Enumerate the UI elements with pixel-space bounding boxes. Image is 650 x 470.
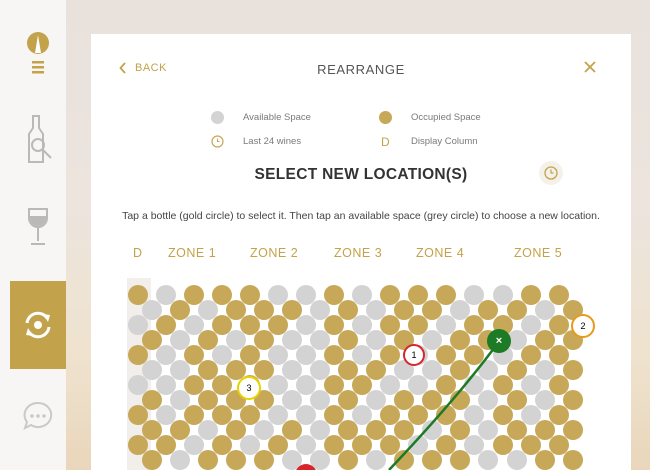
rearrange-panel: BACK REARRANGE Available Space Occupied …	[91, 34, 631, 470]
sidebar-item-chat[interactable]	[10, 372, 66, 460]
marker-2-label: 2	[580, 321, 586, 331]
marker-1-label: 1	[411, 350, 417, 360]
move-path	[388, 339, 502, 470]
chat-icon	[22, 400, 54, 432]
rearrange-icon	[21, 308, 55, 342]
logo-icon	[26, 31, 50, 81]
marker-3-label: 3	[246, 383, 252, 393]
selected-bottle-marker[interactable]: ×	[487, 329, 511, 353]
sidebar-item-rearrange[interactable]	[10, 281, 66, 369]
sidebar-item-wine-glass[interactable]	[10, 184, 66, 272]
sidebar-item-search-bottle[interactable]	[10, 96, 66, 184]
bottle-search-icon	[20, 112, 56, 168]
rack-grid: 1 2 3 ×	[91, 34, 631, 470]
selected-marker-label: ×	[495, 335, 503, 347]
marker-3[interactable]: 3	[237, 376, 261, 400]
marker-2[interactable]: 2	[571, 314, 595, 338]
marker-1[interactable]: 1	[403, 344, 425, 366]
wine-glass-icon	[24, 206, 52, 250]
sidebar	[0, 0, 66, 470]
logo-button[interactable]	[10, 12, 66, 100]
